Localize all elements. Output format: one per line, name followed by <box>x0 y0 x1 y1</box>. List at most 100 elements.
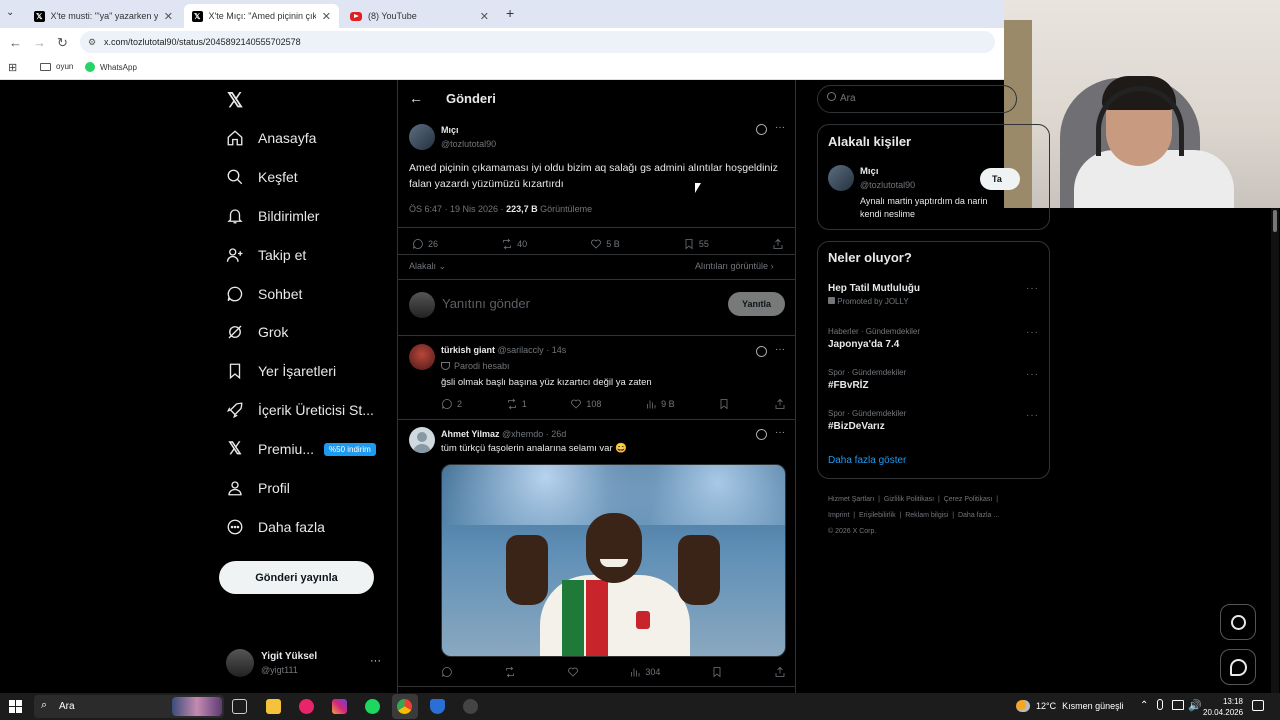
sort-relevant-dropdown[interactable]: Alakalı ⌄ <box>409 261 446 272</box>
tab-list-chevron-icon[interactable]: ⌄ <box>6 7 14 18</box>
site-info-icon[interactable]: ⚙ <box>88 37 96 48</box>
taskbar-search[interactable]: ⌕ Ara <box>34 695 224 718</box>
avatar[interactable] <box>409 124 435 150</box>
search-input[interactable]: Ara <box>840 93 856 104</box>
avatar[interactable] <box>409 427 435 453</box>
microphone-icon[interactable] <box>1157 699 1163 710</box>
footer-link[interactable]: Hizmet Şartları <box>828 496 874 503</box>
chevron-up-icon[interactable]: ⌃ <box>1140 700 1148 711</box>
person-name[interactable]: Mıçı <box>860 166 878 177</box>
post-media-image[interactable] <box>441 464 786 657</box>
reply-button[interactable]: 26 <box>412 238 438 250</box>
trend-item[interactable]: Spor · Gündemdekiler #BizDeVarız <box>828 409 906 432</box>
like-button[interactable]: 5 B <box>590 238 620 250</box>
speaker-icon[interactable]: 🔊 <box>1188 699 1202 712</box>
more-icon[interactable]: ··· <box>775 427 785 438</box>
footer-link[interactable]: Çerez Politikası <box>944 496 993 503</box>
sidebar-item-more[interactable]: Daha fazla <box>226 518 325 536</box>
sidebar-item-bookmarks[interactable]: Yer İşaretleri <box>226 362 336 380</box>
sidebar-item-follow[interactable]: Takip et <box>226 246 306 264</box>
author-handle[interactable]: @sarilaccly <box>498 345 544 355</box>
grok-icon[interactable] <box>756 124 767 135</box>
more-icon[interactable]: ··· <box>370 655 381 667</box>
scrollbar-thumb[interactable] <box>1273 210 1277 232</box>
browser-tab-active[interactable]: 𝕏 X'te Mıçı: "Amed piçinin çıkama ✕ <box>184 4 339 28</box>
bookmark-folder[interactable]: oyun <box>40 62 73 71</box>
share-button[interactable] <box>774 398 786 410</box>
close-tab-icon[interactable]: ✕ <box>480 10 489 23</box>
more-icon[interactable]: ··· <box>1026 369 1039 380</box>
footer-link[interactable]: Reklam bilgisi <box>905 512 948 519</box>
footer-link[interactable]: Erişilebilirlik <box>859 512 896 519</box>
reply-input[interactable]: Yanıtını gönder <box>442 296 530 311</box>
windows-start-icon[interactable] <box>9 700 22 713</box>
trend-item[interactable]: Spor · Gündemdekiler #FBvRİZ <box>828 368 906 391</box>
sidebar-item-home[interactable]: Anasayfa <box>226 129 316 147</box>
like-button[interactable]: 108 <box>570 398 601 410</box>
bookmark-whatsapp[interactable]: WhatsApp <box>85 62 137 72</box>
media-player-icon[interactable] <box>299 699 314 714</box>
search-box[interactable]: Ara <box>817 85 1017 113</box>
grok-float-button[interactable] <box>1220 604 1256 640</box>
file-explorer-icon[interactable] <box>266 699 281 714</box>
chrome-icon-active[interactable] <box>392 694 418 719</box>
browser-tab[interactable]: (8) YouTube ✕ <box>342 4 497 28</box>
more-icon[interactable]: ··· <box>1026 327 1039 338</box>
new-tab-button[interactable]: + <box>506 5 514 21</box>
apps-grid-icon[interactable]: ⊞ <box>8 61 17 74</box>
weather-widget[interactable]: 12°C Kısmen güneşli <box>1016 700 1124 712</box>
author-name[interactable]: türkish giant <box>441 345 495 355</box>
reload-icon[interactable]: ↻ <box>57 35 68 51</box>
sidebar-item-chat[interactable]: Sohbet <box>226 285 302 303</box>
avatar[interactable] <box>409 344 435 370</box>
close-tab-icon[interactable]: ✕ <box>322 10 331 23</box>
share-button[interactable] <box>774 666 786 678</box>
sidebar-item-explore[interactable]: Keşfet <box>226 168 298 186</box>
shield-icon[interactable] <box>430 699 445 714</box>
avatar[interactable] <box>828 165 854 191</box>
like-button[interactable] <box>567 666 579 678</box>
grok-icon[interactable] <box>756 429 767 440</box>
notification-icon[interactable] <box>1252 700 1264 711</box>
grok-icon[interactable] <box>756 346 767 357</box>
x-logo-icon[interactable]: 𝕏 <box>227 88 243 113</box>
post-button[interactable]: Gönderi yayınla <box>219 561 374 594</box>
more-icon[interactable]: ··· <box>775 344 785 355</box>
show-more-link[interactable]: Daha fazla göster <box>828 455 906 466</box>
author-name[interactable]: Ahmet Yilmaz <box>441 429 500 439</box>
back-arrow-icon[interactable]: ← <box>409 90 423 106</box>
follow-button[interactable]: Ta <box>980 168 1020 190</box>
close-tab-icon[interactable]: ✕ <box>164 10 173 23</box>
share-button[interactable] <box>772 238 784 250</box>
browser-tab[interactable]: 𝕏 X'te musti: "'ya" yazarken yanlış ✕ <box>26 4 181 28</box>
back-arrow-icon[interactable]: ← <box>9 35 22 50</box>
spotify-icon[interactable] <box>365 699 380 714</box>
trend-item[interactable]: Hep Tatil Mutluluğu Promoted by JOLLY <box>828 283 920 306</box>
footer-link[interactable]: Daha fazla ... <box>958 512 999 519</box>
views-button[interactable]: 9 B <box>645 398 675 410</box>
views-button[interactable]: 304 <box>629 666 660 678</box>
account-switcher[interactable]: Yigit Yüksel @yigt111 ··· <box>226 649 386 679</box>
more-icon[interactable]: ··· <box>775 122 785 133</box>
author-handle[interactable]: @xhemdo <box>502 429 543 439</box>
reply-button[interactable]: 2 <box>441 398 462 410</box>
author-handle[interactable]: @tozlutotal90 <box>441 139 496 149</box>
sidebar-item-grok[interactable]: Grok <box>226 323 288 341</box>
sidebar-item-premium[interactable]: 𝕏 Premiu... %50 indirim <box>226 439 376 458</box>
sidebar-item-profile[interactable]: Profil <box>226 479 290 497</box>
scrollbar[interactable] <box>1271 208 1279 693</box>
url-field[interactable]: ⚙ x.com/tozlutotal90/status/204589214055… <box>80 31 995 53</box>
task-view-icon[interactable] <box>232 699 247 714</box>
footer-link[interactable]: Imprint <box>828 512 849 519</box>
trend-item[interactable]: Haberler · Gündemdekiler Japonya'da 7.4 <box>828 327 920 350</box>
sidebar-item-notifications[interactable]: Bildirimler <box>226 207 319 225</box>
repost-button[interactable] <box>504 666 516 678</box>
more-icon[interactable]: ··· <box>1026 283 1039 294</box>
bookmark-button[interactable]: 55 <box>683 238 709 250</box>
reply-button[interactable] <box>441 666 453 678</box>
bookmark-button[interactable] <box>711 666 723 678</box>
messages-float-button[interactable] <box>1220 649 1256 685</box>
instagram-icon[interactable] <box>332 699 347 714</box>
bookmark-button[interactable] <box>718 398 730 410</box>
game-app-icon[interactable] <box>463 699 478 714</box>
